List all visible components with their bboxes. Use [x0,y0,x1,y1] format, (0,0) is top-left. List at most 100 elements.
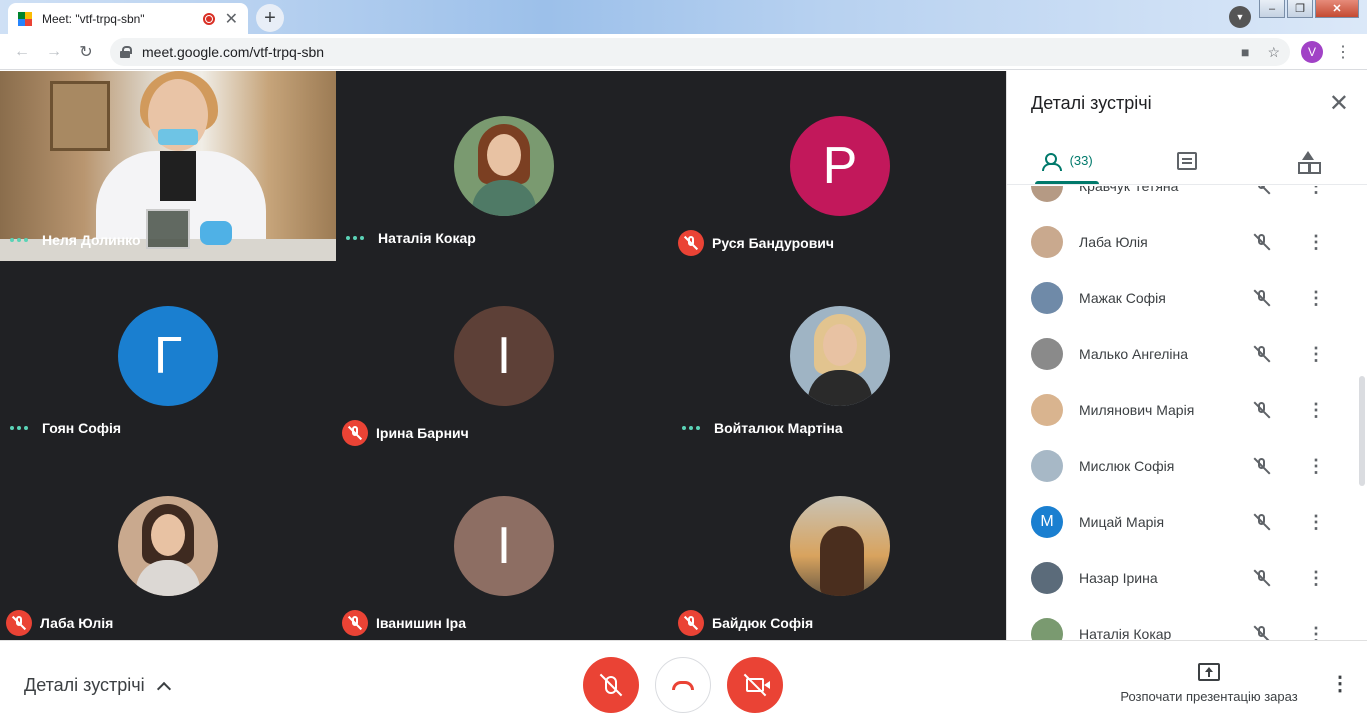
participant-name: Лаба Юлія [1079,234,1148,250]
more-options-icon[interactable]: ⋮ [1307,288,1325,309]
participant-tile[interactable]: Неля Долинко [0,71,336,261]
participant-name: Мицай Марія [1079,514,1165,530]
participant-name: Лаба Юлія [40,615,114,631]
browser-tab[interactable]: Meet: "vtf-trpq-sbn" ✕ [8,3,248,34]
present-now-button[interactable]: Розпочати презентацію зараз [1114,663,1304,704]
back-arrow-icon[interactable]: ← [6,43,38,61]
tab-chat[interactable] [1127,137,1247,184]
people-count: (33) [1069,153,1093,168]
participant-label: Лаба Юлія [6,610,114,636]
meet-favicon-icon [18,11,34,26]
close-panel-icon[interactable]: ✕ [1329,89,1349,118]
panel-scrollbar[interactable] [1359,376,1365,486]
mic-off-icon [1253,233,1271,251]
participant-tile[interactable]: Байдюк Софія [672,451,1008,641]
maximize-button[interactable]: ❐ [1287,0,1313,18]
more-options-icon[interactable]: ⋮ [1330,671,1350,696]
chat-icon [1177,151,1198,170]
more-options-icon[interactable]: ⋮ [1307,344,1325,365]
avatar [1031,450,1063,482]
participant-tile[interactable]: Лаба Юлія [0,451,336,641]
more-options-icon[interactable]: ⋮ [1307,456,1325,477]
list-item[interactable]: Малько Ангеліна ⋮ [1007,326,1359,382]
new-tab-button[interactable]: + [256,4,284,32]
participant-photo-avatar [790,496,890,596]
camera-permission-icon[interactable]: ■ [1241,44,1249,61]
participant-tile[interactable]: Войталюк Мартіна [672,261,1008,451]
list-item[interactable]: Назар Ірина ⋮ [1007,550,1359,606]
browser-menu-icon[interactable]: ⋮ [1335,42,1351,62]
participant-name: Малько Ангеліна [1079,346,1189,362]
panel-title: Деталі зустрічі [1031,93,1152,113]
recording-icon [202,12,215,25]
participant-tile[interactable]: Г Гоян Софія [0,261,336,451]
more-options-icon[interactable]: ⋮ [1307,400,1325,421]
participant-name: Наталія Кокар [1079,626,1172,640]
list-item[interactable]: Наталія Кокар ⋮ [1007,606,1359,640]
forward-arrow-icon[interactable]: → [38,43,70,61]
participants-list[interactable]: Кравчук Тетяна ⋮ Лаба Юлія ⋮ Мажак Софія… [1007,186,1359,640]
more-options-icon[interactable]: ⋮ [1307,624,1325,641]
participant-name: Руся Бандурович [712,235,835,251]
list-item[interactable]: Мажак Софія ⋮ [1007,270,1359,326]
profile-avatar[interactable]: V [1301,41,1323,63]
participant-label: Ірина Барнич [342,420,469,446]
more-options-icon[interactable]: ⋮ [1307,568,1325,589]
avatar [1031,282,1063,314]
mic-off-icon [678,610,704,636]
participant-tile[interactable]: І Ірина Барнич [336,261,672,451]
list-item[interactable]: Лаба Юлія ⋮ [1007,214,1359,270]
lock-icon[interactable] [120,46,132,58]
address-bar: ← → ↻ meet.google.com/vtf-trpq-sbn ■ ☆ V… [0,34,1367,70]
list-item[interactable]: Кравчук Тетяна ⋮ [1007,186,1359,214]
hang-up-icon [672,680,694,690]
url-field[interactable]: meet.google.com/vtf-trpq-sbn ■ ☆ [110,38,1290,66]
participant-label: Гоян Софія [10,420,121,436]
avatar [1031,226,1063,258]
people-icon [1041,152,1064,171]
participant-letter-avatar: Р [790,116,890,216]
participant-name: Милянович Марія [1079,402,1195,418]
mic-toggle-button[interactable] [583,657,639,713]
leave-call-button[interactable] [655,657,711,713]
participant-tile[interactable]: І Іванишин Іра [336,451,672,641]
bookmark-star-icon[interactable]: ☆ [1267,44,1280,61]
activities-icon [1297,150,1318,174]
participant-label: Руся Бандурович [678,230,835,256]
mic-off-icon [1253,457,1271,475]
window-close-button[interactable]: ✕ [1315,0,1359,18]
participant-grid: Неля Долинко Наталія Кокар Р Руся Бандур… [0,71,1006,640]
participant-label: Іванишин Іра [342,610,466,636]
avatar [1031,338,1063,370]
tab-activities[interactable] [1248,137,1367,184]
participant-name: Назар Ірина [1079,570,1158,586]
participant-label: Байдюк Софія [678,610,814,636]
list-item[interactable]: Мислюк Софія ⋮ [1007,438,1359,494]
more-options-icon[interactable]: ⋮ [1307,512,1325,533]
panel-tabs: (33) [1007,137,1367,185]
tab-search-icon[interactable]: ▼ [1229,6,1251,28]
tab-close-icon[interactable]: ✕ [225,9,238,29]
list-item[interactable]: М Мицай Марія ⋮ [1007,494,1359,550]
mic-off-icon [1253,569,1271,587]
participant-photo-avatar [790,306,890,406]
participant-tile[interactable]: Р Руся Бандурович [672,71,1008,261]
camera-toggle-button[interactable] [727,657,783,713]
reload-icon[interactable]: ↻ [70,42,102,62]
meeting-details-toggle[interactable]: Деталі зустрічі [24,675,171,696]
minimize-button[interactable]: – [1259,0,1285,18]
more-options-icon[interactable]: ⋮ [1307,186,1325,197]
participant-tile[interactable]: Наталія Кокар [336,71,672,261]
participant-photo-avatar [118,496,218,596]
participant-name: Байдюк Софія [712,615,814,631]
tab-people[interactable]: (33) [1007,137,1127,184]
avatar [1031,394,1063,426]
mic-off-icon [1253,401,1271,419]
participant-name: Мислюк Софія [1079,458,1175,474]
mic-off-icon [1253,625,1271,640]
list-item[interactable]: Милянович Марія ⋮ [1007,382,1359,438]
more-options-icon[interactable]: ⋮ [1307,232,1325,253]
speaking-indicator-icon [682,426,700,430]
mic-off-icon [6,610,32,636]
mic-off-icon [678,230,704,256]
